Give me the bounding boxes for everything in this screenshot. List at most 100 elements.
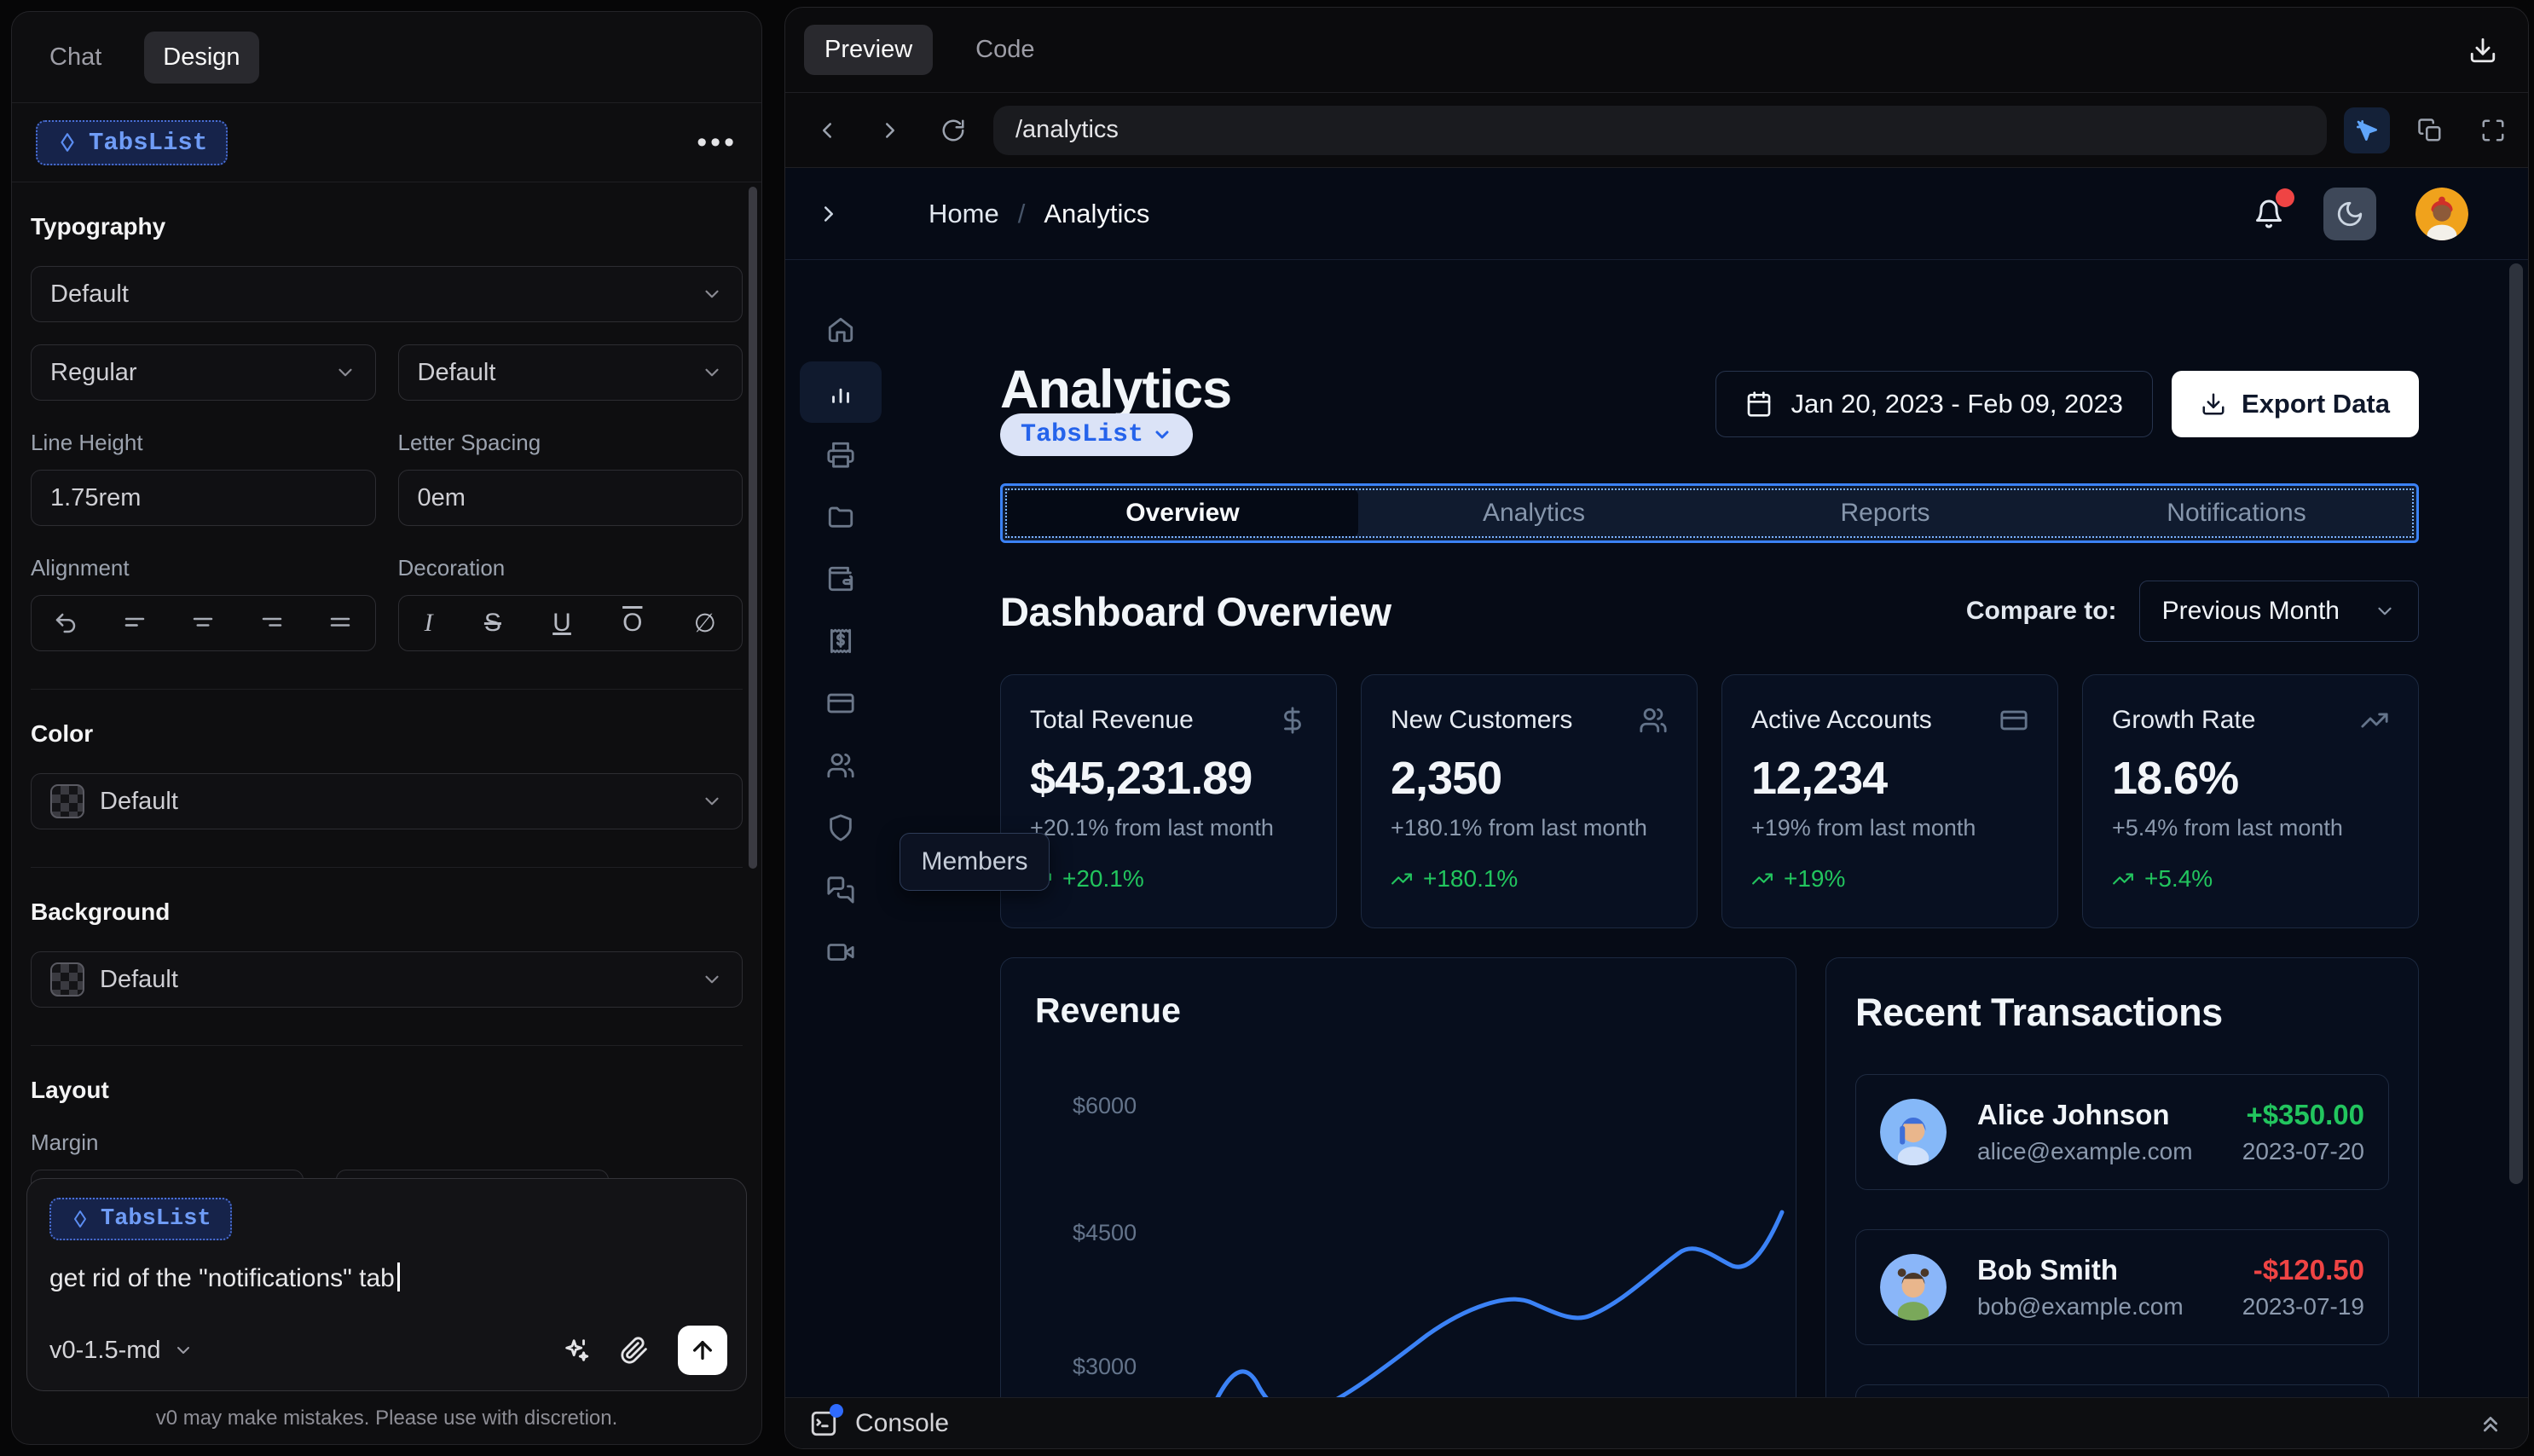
stat-cards: Total Revenue $45,231.89 +20.1% from las… — [1000, 674, 2419, 928]
tab-design[interactable]: Design — [144, 31, 259, 84]
align-left-icon[interactable] — [122, 610, 148, 636]
console-bar[interactable]: Console — [785, 1397, 2528, 1448]
line-height-value: 1.75rem — [50, 483, 142, 511]
dashboard-content: Analytics TabsList Jan 20, 2023 - Feb 09… — [896, 260, 2528, 1397]
nav-receipts-icon[interactable] — [800, 610, 882, 672]
underline-icon[interactable]: U — [553, 609, 571, 638]
notification-badge — [2276, 188, 2294, 207]
decoration-label: Decoration — [397, 555, 506, 581]
date-range-picker[interactable]: Jan 20, 2023 - Feb 09, 2023 — [1715, 371, 2154, 437]
nav-files-icon[interactable] — [800, 486, 882, 547]
expand-console-icon[interactable] — [2477, 1410, 2504, 1437]
tab-reports[interactable]: Reports — [1710, 490, 2061, 536]
transparent-swatch-icon — [50, 784, 84, 818]
transaction-amount: -$120.50 — [2253, 1254, 2364, 1286]
tab-preview[interactable]: Preview — [804, 25, 934, 75]
tab-overview[interactable]: Overview — [1007, 490, 1358, 536]
section-title: Background — [31, 898, 171, 925]
align-justify-icon[interactable] — [327, 610, 353, 636]
back-icon[interactable] — [804, 107, 850, 153]
alignment-toolbar — [31, 595, 376, 651]
section-title: Color — [31, 720, 94, 747]
overline-icon[interactable]: O — [622, 609, 642, 638]
transaction-row[interactable]: Bob Smith bob@example.com -$120.50 2023-… — [1855, 1229, 2389, 1345]
font-size-value: Default — [417, 358, 496, 386]
transactions-title: Recent Transactions — [1855, 991, 2223, 1034]
decoration-toolbar: I S U O ∅ — [397, 595, 743, 651]
design-sidebar: Chat Design TabsList ••• Typography Defa… — [11, 11, 762, 1445]
strikethrough-icon[interactable]: S — [484, 609, 501, 638]
preview-scrollbar[interactable] — [2509, 263, 2523, 1184]
align-right-icon[interactable] — [259, 610, 285, 636]
users-icon — [1639, 706, 1668, 735]
nav-home-icon[interactable] — [800, 299, 882, 361]
nav-analytics-icon[interactable] — [800, 361, 882, 423]
chevron-down-icon — [338, 368, 352, 377]
nav-cards-icon[interactable] — [800, 673, 882, 734]
align-center-icon[interactable] — [190, 610, 216, 636]
chevron-down-icon — [705, 975, 719, 984]
download-icon[interactable] — [2468, 36, 2509, 65]
dollar-icon — [1278, 706, 1307, 735]
selected-component-chip[interactable]: TabsList — [36, 119, 229, 165]
undo-icon[interactable] — [53, 610, 78, 636]
inspect-cursor-icon[interactable] — [2344, 107, 2390, 153]
send-button[interactable] — [678, 1326, 727, 1375]
nav-invoices-icon[interactable] — [800, 424, 882, 485]
stat-card-new-customers: New Customers 2,350 +180.1% from last mo… — [1361, 674, 1698, 928]
letter-spacing-input[interactable]: 0em — [397, 470, 743, 526]
no-decoration-icon[interactable]: ∅ — [694, 609, 716, 638]
more-options-icon[interactable]: ••• — [697, 126, 738, 159]
tab-code[interactable]: Code — [955, 25, 1055, 75]
compare-select[interactable]: Previous Month — [2138, 581, 2419, 642]
font-size-select[interactable]: Default — [397, 344, 743, 401]
italic-icon[interactable]: I — [425, 609, 433, 638]
selected-element-chip[interactable]: TabsList — [1000, 413, 1194, 456]
section-title: Layout — [31, 1077, 109, 1103]
nav-wallet-icon[interactable] — [800, 548, 882, 610]
context-chip[interactable]: TabsList — [49, 1198, 232, 1240]
nav-video-icon[interactable] — [800, 922, 882, 983]
sidebar-scrollbar[interactable] — [749, 187, 757, 869]
model-select[interactable]: v0-1.5-md — [49, 1337, 194, 1365]
breadcrumb-home[interactable]: Home — [929, 199, 999, 229]
font-family-select[interactable]: Default — [31, 266, 743, 322]
background-select[interactable]: Default — [31, 951, 743, 1008]
transaction-date: 2023-07-20 — [2242, 1138, 2364, 1164]
date-range-value: Jan 20, 2023 - Feb 09, 2023 — [1791, 389, 2124, 419]
url-input[interactable]: /analytics — [993, 105, 2327, 155]
transaction-email: alice@example.com — [1977, 1138, 2193, 1164]
sparkles-icon[interactable] — [562, 1336, 591, 1365]
line-height-input[interactable]: 1.75rem — [31, 470, 376, 526]
browser-toolbar: /analytics — [785, 93, 2528, 168]
sidebar-tab-bar: Chat Design — [12, 12, 761, 103]
sidebar-expand-icon[interactable] — [816, 201, 842, 227]
chevron-down-icon — [705, 368, 719, 377]
nav-members-icon[interactable] — [800, 735, 882, 796]
fullscreen-icon[interactable] — [2470, 107, 2516, 153]
tab-analytics[interactable]: Analytics — [1358, 490, 1710, 536]
selected-component-row: TabsList ••• — [12, 103, 761, 182]
compare-label: Compare to: — [1965, 597, 2117, 625]
copy-icon[interactable] — [2407, 107, 2453, 153]
nav-messages-icon[interactable] — [800, 859, 882, 921]
app-nav-rail — [785, 260, 896, 1397]
nav-security-icon[interactable] — [800, 797, 882, 858]
stat-subtext: +5.4% from last month — [2112, 815, 2343, 841]
font-weight-select[interactable]: Regular — [31, 344, 376, 401]
chat-prompt-box[interactable]: TabsList get rid of the "notifications" … — [26, 1178, 747, 1391]
notifications-bell-icon[interactable] — [2253, 188, 2294, 229]
dark-mode-toggle[interactable] — [2323, 187, 2376, 240]
prompt-input[interactable]: get rid of the "notifications" tab — [49, 1262, 724, 1293]
trend-up-icon — [1752, 873, 1773, 885]
color-select[interactable]: Default — [31, 773, 743, 829]
refresh-icon[interactable] — [930, 107, 976, 153]
attach-icon[interactable] — [620, 1336, 649, 1365]
forward-icon[interactable] — [867, 107, 913, 153]
transaction-row[interactable]: Alice Johnson alice@example.com +$350.00… — [1855, 1074, 2389, 1190]
members-tooltip: Members — [900, 833, 1050, 891]
tab-notifications[interactable]: Notifications — [2061, 490, 2412, 536]
tab-chat[interactable]: Chat — [31, 32, 120, 84]
user-avatar[interactable] — [2415, 187, 2468, 240]
export-data-button[interactable]: Export Data — [2172, 371, 2419, 437]
